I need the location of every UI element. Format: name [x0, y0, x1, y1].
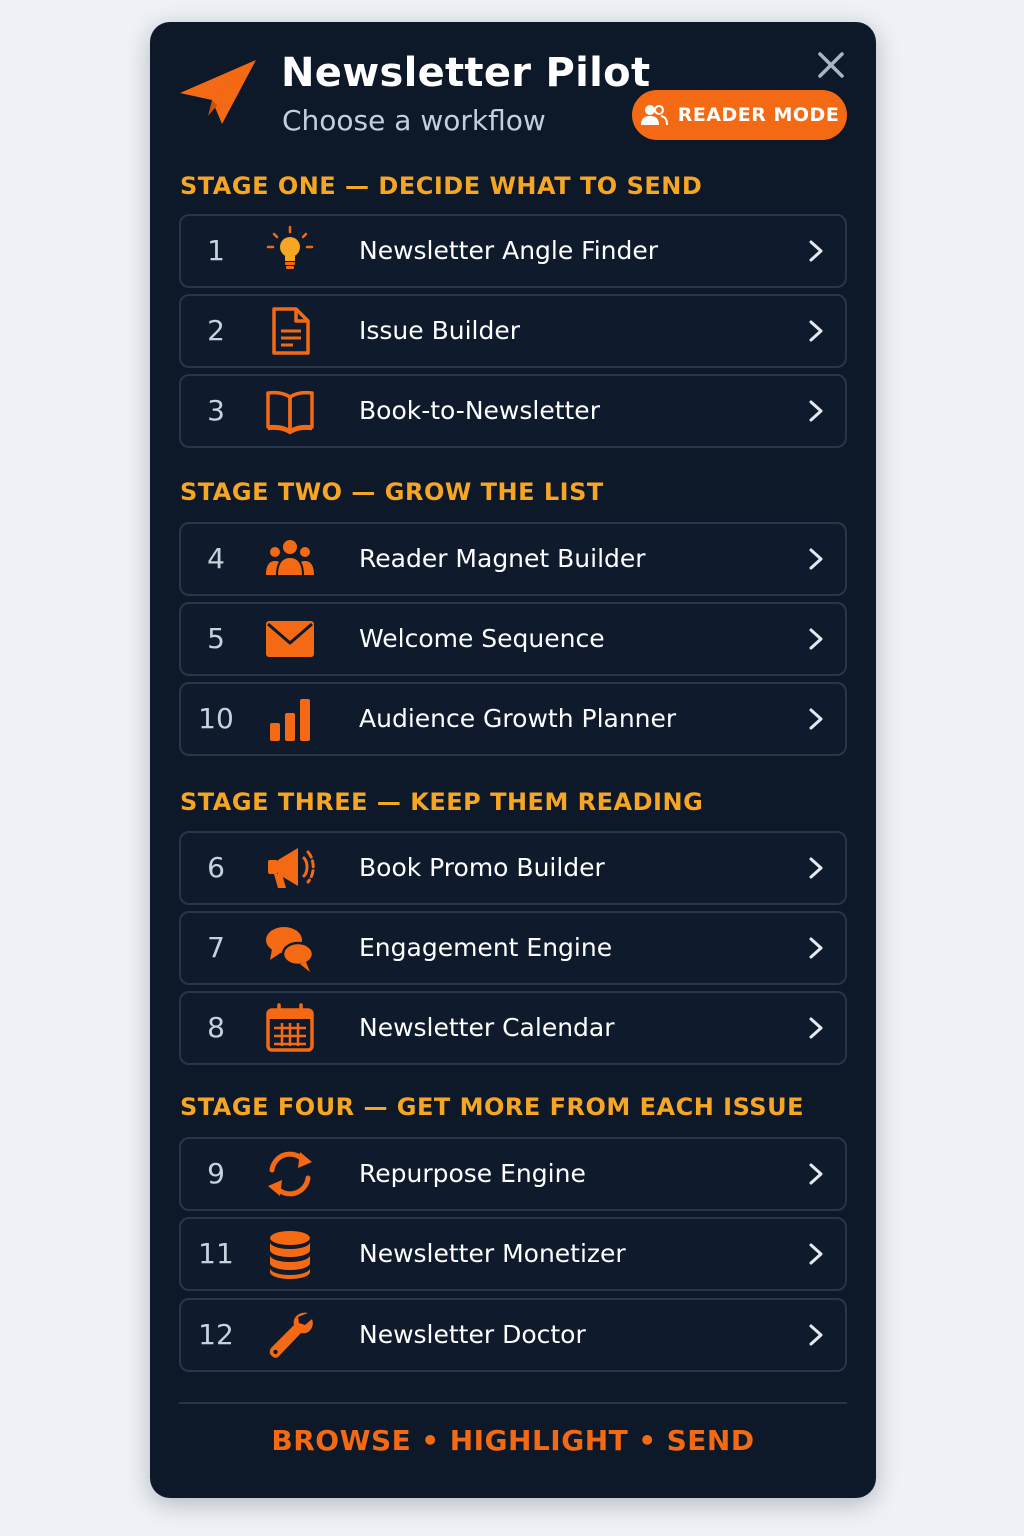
item-label: Book Promo Builder	[359, 853, 605, 882]
item-number: 8	[207, 1011, 225, 1044]
item-label: Newsletter Calendar	[359, 1013, 615, 1042]
workflow-panel: Newsletter Pilot Choose a workflow READE…	[150, 22, 876, 1498]
workflow-item-reader-magnet-builder[interactable]: 4 Reader Magnet Builder	[179, 522, 847, 596]
stage-heading: STAGE ONE — DECIDE WHAT TO SEND	[180, 172, 703, 200]
stage-heading: STAGE THREE — KEEP THEM READING	[180, 788, 704, 816]
app-title: Newsletter Pilot	[281, 50, 651, 96]
footer-separator: •	[421, 1424, 440, 1457]
chevron-right-icon	[809, 1324, 823, 1346]
item-label: Newsletter Monetizer	[359, 1239, 626, 1268]
item-label: Engagement Engine	[359, 933, 613, 962]
item-number: 7	[207, 931, 225, 964]
workflow-item-newsletter-angle-finder[interactable]: 1 Newsletter Angle Finder	[179, 214, 847, 288]
open-book-icon	[266, 390, 314, 435]
workflow-item-engagement-engine[interactable]: 7 Engagement Engine	[179, 911, 847, 985]
calendar-icon	[266, 1003, 314, 1052]
reader-mode-button[interactable]: READER MODE	[632, 90, 847, 140]
workflow-item-audience-growth-planner[interactable]: 10 Audience Growth Planner	[179, 682, 847, 756]
chevron-right-icon	[809, 1017, 823, 1039]
item-label: Welcome Sequence	[359, 624, 605, 653]
footer-item-send: SEND	[666, 1424, 755, 1457]
item-label: Repurpose Engine	[359, 1159, 586, 1188]
item-number: 12	[198, 1318, 234, 1351]
workflow-item-newsletter-doctor[interactable]: 12 Newsletter Doctor	[179, 1298, 847, 1372]
lightbulb-icon	[266, 225, 314, 269]
workflow-item-issue-builder[interactable]: 2 Issue Builder	[179, 294, 847, 368]
footer-tagline: BROWSE • HIGHLIGHT • SEND	[150, 1424, 876, 1457]
app-subtitle: Choose a workflow	[282, 104, 546, 137]
item-number: 6	[207, 851, 225, 884]
item-label: Issue Builder	[359, 316, 521, 345]
database-icon	[270, 1231, 310, 1279]
workflow-item-repurpose-engine[interactable]: 9 Repurpose Engine	[179, 1137, 847, 1211]
reader-mode-label: READER MODE	[677, 104, 840, 126]
item-label: Newsletter Angle Finder	[359, 236, 659, 265]
item-number: 4	[207, 542, 225, 575]
item-number: 2	[207, 314, 225, 347]
workflow-item-welcome-sequence[interactable]: 5 Welcome Sequence	[179, 602, 847, 676]
stage-heading: STAGE FOUR — GET MORE FROM EACH ISSUE	[180, 1093, 804, 1121]
users-icon	[640, 105, 668, 126]
chevron-right-icon	[809, 708, 823, 730]
group-icon	[266, 540, 314, 575]
footer-item-browse: BROWSE	[271, 1424, 412, 1457]
chevron-right-icon	[809, 240, 823, 262]
paper-plane-icon	[180, 60, 256, 124]
refresh-icon	[268, 1151, 312, 1197]
item-label: Reader Magnet Builder	[359, 544, 646, 573]
item-number: 3	[207, 394, 225, 427]
chevron-right-icon	[809, 320, 823, 342]
chevron-right-icon	[809, 937, 823, 959]
wrench-icon	[269, 1312, 313, 1358]
item-number: 9	[207, 1157, 225, 1190]
footer-separator: •	[638, 1424, 657, 1457]
stage-heading: STAGE TWO — GROW THE LIST	[180, 478, 604, 506]
close-icon[interactable]	[814, 48, 848, 82]
envelope-icon	[266, 621, 314, 657]
workflow-item-book-to-newsletter[interactable]: 3 Book-to-Newsletter	[179, 374, 847, 448]
chevron-right-icon	[809, 400, 823, 422]
item-label: Newsletter Doctor	[359, 1320, 586, 1349]
chevron-right-icon	[809, 548, 823, 570]
chevron-right-icon	[809, 1243, 823, 1265]
megaphone-icon	[268, 848, 315, 888]
item-number: 11	[198, 1237, 234, 1270]
item-label: Book-to-Newsletter	[359, 396, 600, 425]
footer-item-highlight: HIGHLIGHT	[449, 1424, 629, 1457]
workflow-item-newsletter-calendar[interactable]: 8 Newsletter Calendar	[179, 991, 847, 1065]
chevron-right-icon	[809, 628, 823, 650]
workflow-item-book-promo-builder[interactable]: 6 Book Promo Builder	[179, 831, 847, 905]
item-number: 5	[207, 622, 225, 655]
document-icon	[272, 307, 310, 355]
item-number: 1	[207, 234, 225, 267]
chevron-right-icon	[809, 857, 823, 879]
item-number: 10	[198, 702, 234, 735]
bar-chart-icon	[270, 699, 310, 741]
workflow-item-newsletter-monetizer[interactable]: 11 Newsletter Monetizer	[179, 1217, 847, 1291]
chevron-right-icon	[809, 1163, 823, 1185]
chat-bubbles-icon	[266, 927, 315, 972]
footer-divider	[179, 1402, 847, 1404]
item-label: Audience Growth Planner	[359, 704, 677, 733]
